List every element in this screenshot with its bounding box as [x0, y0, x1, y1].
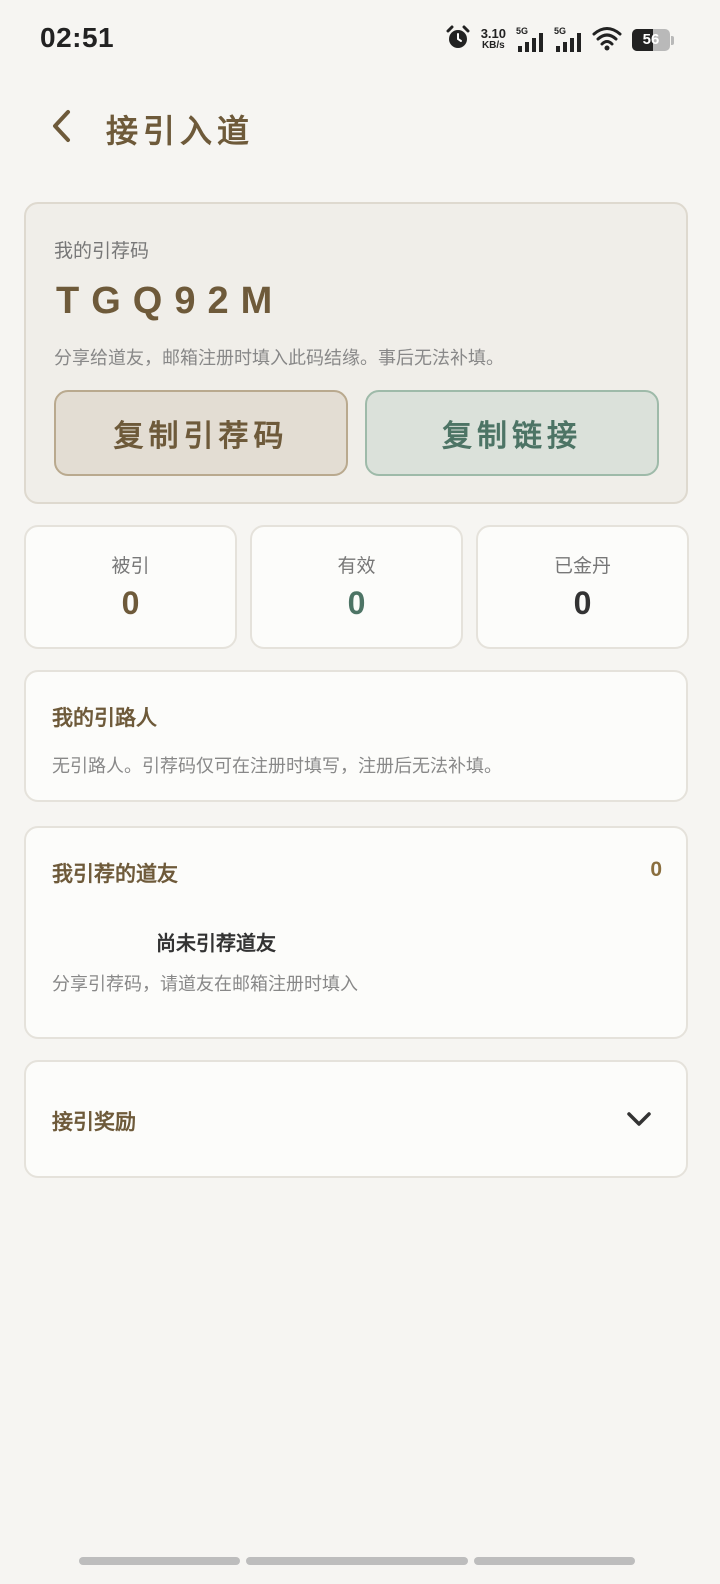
signal-icon: 5G: [554, 26, 582, 54]
wifi-icon: [592, 25, 622, 55]
empty-state-title: 尚未引荐道友: [156, 931, 276, 955]
back-button[interactable]: [40, 104, 84, 148]
stat-value: 0: [573, 585, 592, 621]
empty-state-text: 分享引荐码，请道友在邮箱注册时填入: [52, 974, 358, 995]
net-speed: 3.10 KB/s: [480, 26, 506, 52]
battery-level: 56: [642, 31, 660, 48]
battery-icon: 56: [632, 29, 674, 51]
net-speed-value: 3.10: [480, 26, 506, 41]
status-icons: 3.10 KB/s 5G 5G 56: [445, 24, 674, 56]
stat-label: 有效: [337, 555, 376, 577]
mentor-text: 无引路人。引荐码仅可在注册时填写，注册后无法补填。: [52, 756, 502, 777]
signal-type-label: 5G: [516, 26, 529, 36]
stat-card-valid: 有效 0: [250, 525, 463, 649]
chevron-left-icon: [53, 110, 70, 142]
mentor-card: 我的引路人 无引路人。引荐码仅可在注册时填写，注册后无法补填。: [24, 670, 688, 802]
stat-label: 已金丹: [553, 555, 611, 577]
battery-indicator: 56: [632, 29, 670, 51]
net-speed-unit: KB/s: [481, 40, 505, 51]
referral-card: 我的引荐码 TGQ92M 分享给道友，邮箱注册时填入此码结缘。事后无法补填。 复…: [24, 202, 688, 504]
rewards-toggle[interactable]: 接引奖励: [24, 1060, 688, 1178]
signal-type-label: 5G: [554, 26, 567, 36]
rewards-title: 接引奖励: [52, 1110, 136, 1134]
friends-count: 0: [650, 858, 662, 881]
referral-code: TGQ92M: [56, 280, 285, 322]
referral-description: 分享给道友，邮箱注册时填入此码结缘。事后无法补填。: [54, 348, 504, 369]
copy-link-button[interactable]: 复制链接: [365, 390, 659, 476]
nav-bar-segment: [246, 1557, 468, 1565]
chevron-down-icon: [627, 1112, 651, 1126]
status-time: 02:51: [40, 22, 115, 53]
referral-code-label: 我的引荐码: [54, 240, 150, 262]
stat-card-golden-core: 已金丹 0: [476, 525, 689, 649]
stat-value: 0: [121, 585, 140, 621]
signal-icon: 5G: [516, 26, 544, 54]
header: 接引入道: [0, 92, 720, 162]
stat-label: 被引: [111, 555, 150, 577]
stat-value: 0: [347, 585, 366, 621]
nav-bar-segment: [79, 1557, 240, 1565]
page-title: 接引入道: [106, 112, 255, 150]
nav-bar-segment: [474, 1557, 635, 1565]
copy-code-button[interactable]: 复制引荐码: [54, 390, 348, 476]
friends-title: 我引荐的道友: [52, 862, 178, 886]
stat-card-referred: 被引 0: [24, 525, 237, 649]
status-bar: 02:51 3.10 KB/s 5G 5G 56: [0, 0, 720, 80]
alarm-icon: [445, 25, 471, 55]
mentor-title: 我的引路人: [52, 706, 157, 730]
referred-friends-card: 我引荐的道友 0 尚未引荐道友 分享引荐码，请道友在邮箱注册时填入: [24, 826, 688, 1039]
